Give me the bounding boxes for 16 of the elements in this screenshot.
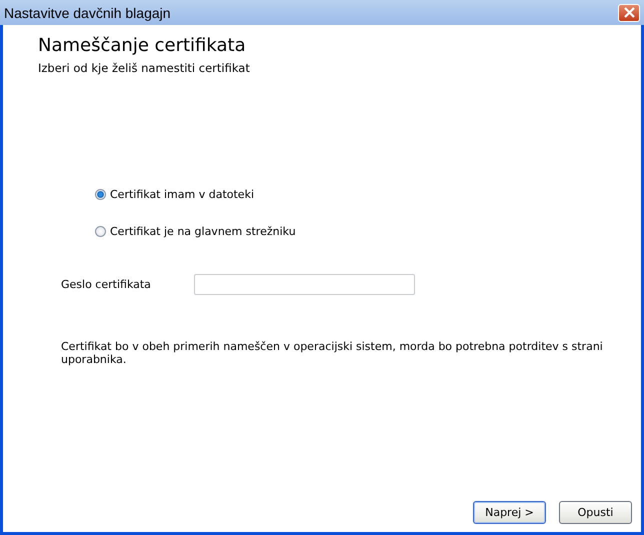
radio-option[interactable]: Certifikat imam v datoteki bbox=[95, 188, 641, 201]
radio-option[interactable]: Certifikat je na glavnem strežniku bbox=[95, 225, 641, 238]
close-icon bbox=[624, 7, 634, 18]
close-button[interactable] bbox=[618, 4, 640, 22]
password-label: Geslo certifikata bbox=[61, 278, 152, 291]
page-subtitle: Izberi od kje želiš namestiti certifikat bbox=[38, 61, 251, 75]
page-heading: Nameščanje certifikata bbox=[38, 35, 247, 56]
dialog-button[interactable]: Opusti bbox=[559, 501, 632, 524]
password-field[interactable] bbox=[194, 274, 415, 295]
dialog-button[interactable]: Naprej > bbox=[473, 501, 546, 524]
radio-button[interactable] bbox=[95, 226, 106, 237]
radio-button[interactable] bbox=[95, 189, 106, 200]
info-text: Certifikat bo v obeh primerih nameščen v operacijski sistem, morda bo potrebna potrditev s strani uporabnika. bbox=[61, 340, 604, 366]
radio-label: Certifikat imam v datoteki bbox=[110, 188, 254, 201]
window-title: Nastavitve davčnih blagajn bbox=[4, 4, 171, 20]
radio-label: Certifikat je na glavnem strežniku bbox=[110, 225, 296, 238]
